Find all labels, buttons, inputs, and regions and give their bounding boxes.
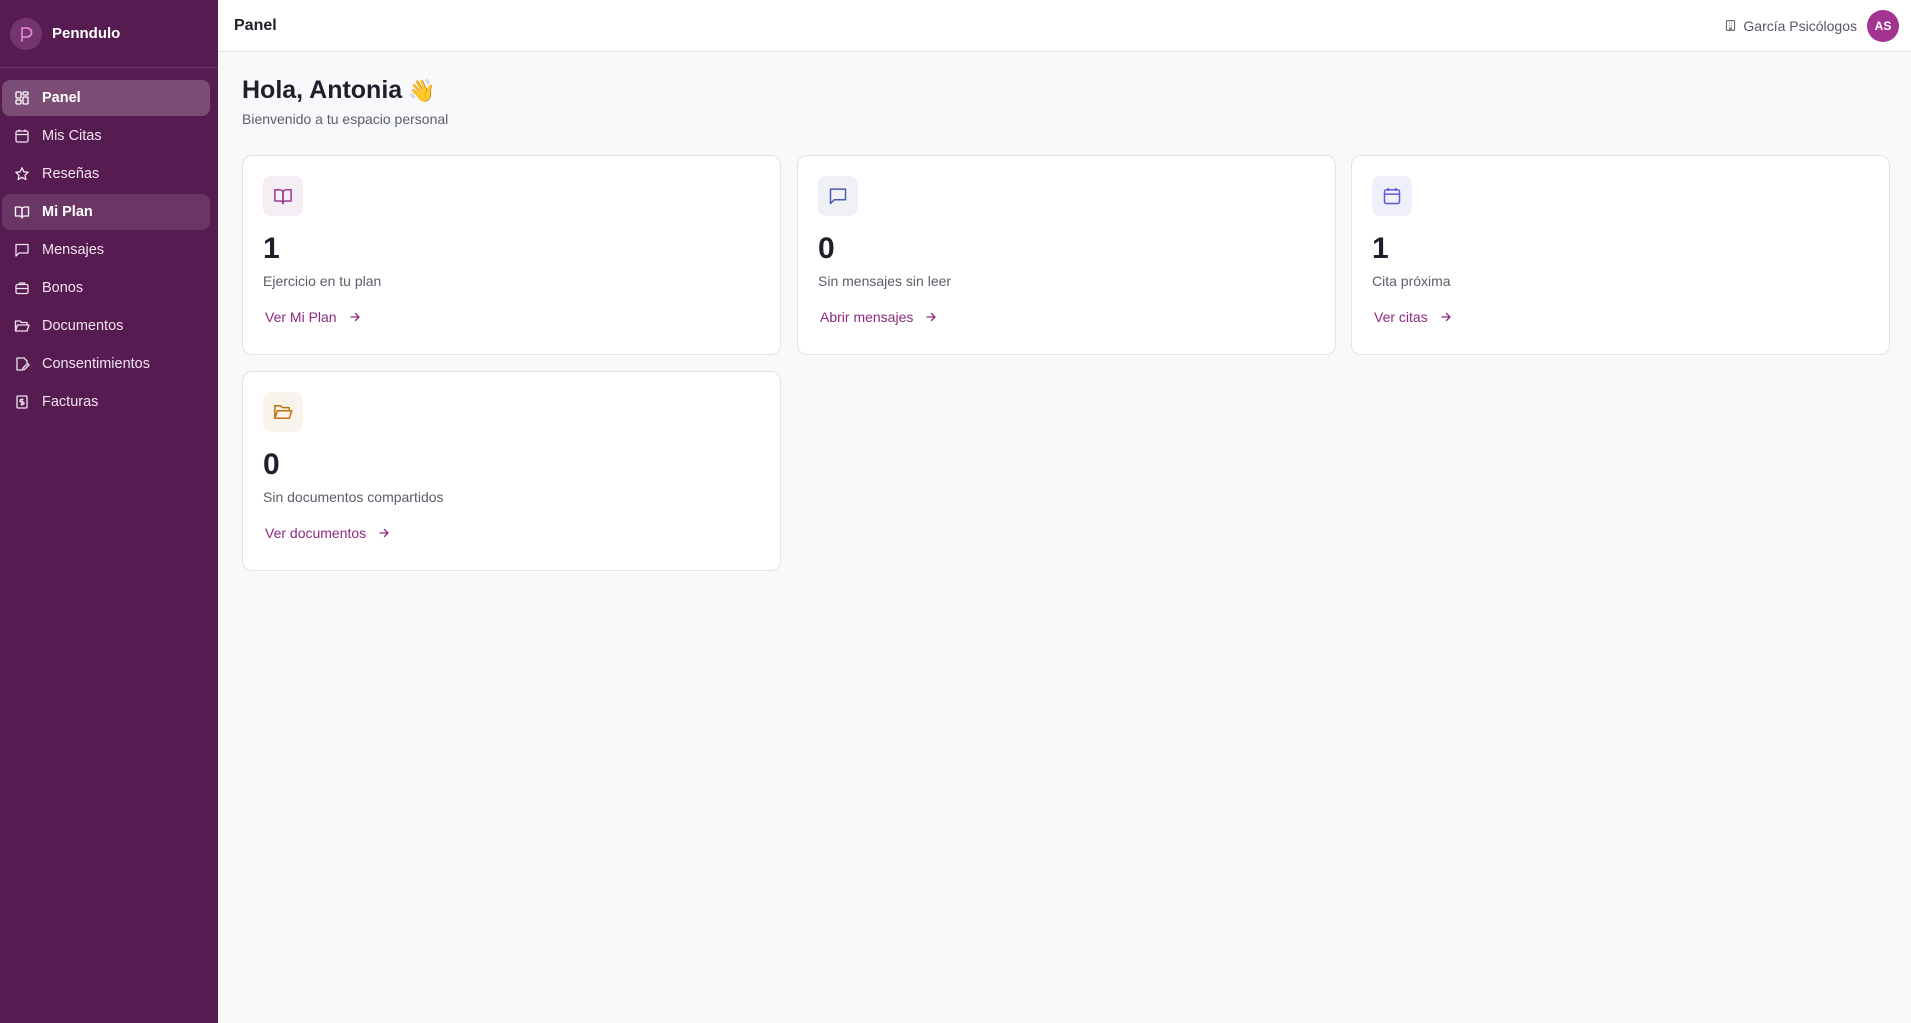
receipt-icon (16, 395, 28, 409)
link-label: Ver documentos (265, 525, 367, 541)
link-label: Ver citas (1374, 309, 1428, 325)
message-icon (15, 243, 29, 257)
arrow-right-icon (349, 312, 360, 322)
app-name: Penndulo (52, 25, 121, 42)
arrow-right-icon (379, 528, 389, 538)
folder-open-icon (14, 320, 30, 332)
sidebar-item-label: Bonos (42, 280, 84, 296)
sidebar-item-mis-citas[interactable]: Mis Citas (2, 118, 210, 154)
sidebar-item-label: Documentos (42, 318, 124, 334)
welcome-subtitle: Bienvenido a tu espacio personal (242, 111, 449, 127)
link-label: Abrir mensajes (820, 309, 914, 325)
greeting-heading: Hola, Antonia 👋 (242, 76, 448, 105)
sidebar-item-mi-plan[interactable]: Mi Plan (2, 194, 210, 230)
sidebar-item-panel[interactable]: Panel (2, 80, 210, 116)
plan-description: Ejercicio en tu plan (263, 273, 382, 289)
appointments-card-icon (1372, 176, 1412, 216)
sidebar: Penndulo Panel Mis Citas Reseñas Mi Plan… (0, 0, 218, 1023)
link-label: Ver Mi Plan (265, 309, 337, 325)
sidebar-item-label: Mis Citas (42, 128, 102, 144)
sidebar-item-mensajes[interactable]: Mensajes (2, 232, 210, 268)
sidebar-item-documentos[interactable]: Documentos (2, 308, 210, 344)
sidebar-item-label: Consentimientos (42, 356, 150, 372)
sidebar-item-facturas[interactable]: Facturas (2, 384, 210, 420)
briefcase-icon (15, 282, 29, 295)
avatar[interactable]: AS (1867, 9, 1899, 42)
documents-card-icon (263, 392, 303, 432)
topbar-right: García Psicólogos AS (1724, 9, 1899, 42)
sidebar-item-consentimientos[interactable]: Consentimientos (2, 346, 210, 382)
ver-mi-plan-link[interactable]: Ver Mi Plan (265, 309, 361, 325)
messages-card-icon (818, 176, 858, 216)
sidebar-item-resenas[interactable]: Reseñas (2, 156, 210, 192)
main-content: Hola, Antonia 👋 Bienvenido a tu espacio … (242, 76, 448, 127)
star-icon (15, 167, 29, 181)
abrir-mensajes-link[interactable]: Abrir mensajes (820, 309, 937, 325)
documents-card: 0 Sin documentos compartidos Ver documen… (242, 371, 781, 571)
ver-documentos-link[interactable]: Ver documentos (265, 525, 390, 541)
building-icon (1726, 20, 1736, 31)
plan-card: 1 Ejercicio en tu plan Ver Mi Plan (242, 155, 781, 355)
arrow-right-icon (926, 312, 937, 322)
sidebar-nav: Panel Mis Citas Reseñas Mi Plan Mensajes… (0, 68, 218, 420)
page-title: Panel (234, 16, 277, 34)
organization-name: García Psicólogos (1743, 17, 1857, 34)
sidebar-item-label: Mi Plan (42, 204, 93, 220)
messages-count: 0 (818, 232, 835, 265)
calendar-icon (15, 129, 29, 143)
penndulo-logo-icon (10, 17, 42, 50)
ver-citas-link[interactable]: Ver citas (1374, 309, 1452, 325)
messages-card: 0 Sin mensajes sin leer Abrir mensajes (797, 155, 1336, 355)
dashboard-icon (15, 91, 29, 105)
arrow-right-icon (1441, 312, 1451, 322)
appointments-description: Cita próxima (1372, 273, 1451, 289)
book-open-icon (274, 189, 292, 205)
sidebar-item-label: Panel (42, 90, 81, 106)
documents-description: Sin documentos compartidos (263, 489, 444, 505)
sidebar-item-label: Reseñas (42, 166, 100, 182)
waving-hand-emoji: 👋 (408, 77, 436, 103)
book-open-icon (14, 206, 30, 219)
calendar-icon (1383, 187, 1401, 205)
file-signature-icon (16, 357, 30, 371)
messages-description: Sin mensajes sin leer (818, 273, 952, 289)
appointments-card: 1 Cita próxima Ver citas (1351, 155, 1890, 355)
sidebar-item-label: Mensajes (42, 242, 105, 258)
appointments-count: 1 (1372, 232, 1389, 265)
documents-count: 0 (263, 448, 280, 481)
folder-open-icon (274, 405, 293, 419)
topbar: Panel García Psicólogos AS (218, 0, 1911, 52)
sidebar-item-bonos[interactable]: Bonos (2, 270, 210, 306)
plan-card-icon (263, 176, 303, 216)
greeting-text: Hola, Antonia (242, 76, 403, 104)
message-icon (829, 188, 847, 205)
sidebar-item-label: Facturas (42, 394, 99, 410)
brand[interactable]: Penndulo (0, 0, 218, 68)
organization-switcher[interactable]: García Psicólogos (1724, 18, 1857, 34)
plan-count: 1 (263, 232, 280, 265)
